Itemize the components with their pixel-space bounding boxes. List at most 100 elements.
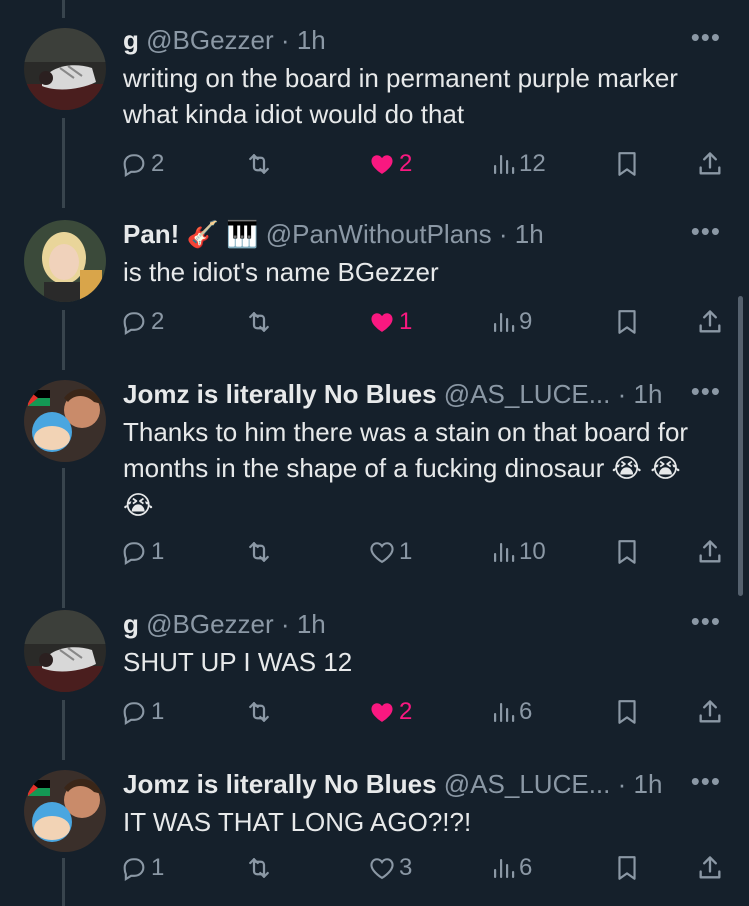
scrollbar[interactable] [738, 296, 743, 596]
share-button[interactable] [696, 850, 724, 886]
likes-count: 3 [399, 854, 413, 881]
share-icon [696, 308, 724, 336]
tweet[interactable]: Pan! 🎸 🎹 @PanWithoutPlans · 1h ••• is th… [0, 216, 749, 366]
timestamp[interactable]: 1h [634, 769, 663, 799]
user-handle[interactable]: @BGezzer [146, 609, 274, 639]
tweet-text: IT WAS THAT LONG AGO?!?! [123, 807, 472, 837]
reply-button[interactable]: 2 [120, 304, 164, 340]
retweet-button[interactable] [244, 146, 277, 182]
separator-dot: · [280, 25, 290, 55]
tweet-text: is the idiot's name BGezzer [123, 257, 439, 287]
bookmark-button[interactable] [614, 304, 640, 340]
tweet[interactable]: Jomz is literally No Blues @AS_LUCE... ·… [0, 766, 749, 906]
separator-dot: · [617, 769, 627, 799]
display-name[interactable]: Jomz is literally No Blues [123, 379, 437, 409]
tweet-text: writing on the board in permanent purple… [123, 63, 678, 129]
reply-button[interactable]: 1 [120, 694, 164, 730]
tweet-header: Pan! 🎸 🎹 @PanWithoutPlans · 1h [123, 216, 689, 252]
bookmark-icon [614, 308, 640, 336]
timestamp[interactable]: 1h [297, 25, 326, 55]
user-handle[interactable]: @BGezzer [146, 25, 274, 55]
retweet-icon [244, 537, 274, 567]
reply-button[interactable]: 1 [120, 850, 164, 886]
views-button[interactable]: 9 [492, 304, 532, 340]
retweet-icon [244, 853, 274, 883]
reply-icon [120, 308, 148, 336]
display-name[interactable]: g [123, 25, 139, 55]
views-count: 12 [519, 150, 546, 177]
reply-button[interactable]: 1 [120, 534, 164, 570]
more-options-button[interactable]: ••• [691, 608, 721, 634]
replies-count: 1 [151, 698, 165, 725]
display-name[interactable]: Pan! 🎸 🎹 [123, 219, 259, 249]
timestamp[interactable]: 1h [515, 219, 544, 249]
heart-icon [368, 308, 396, 336]
separator-dot: · [280, 609, 290, 639]
avatar[interactable] [24, 770, 106, 852]
avatar[interactable] [24, 380, 106, 462]
user-handle[interactable]: @AS_LUCE... [444, 379, 611, 409]
share-button[interactable] [696, 694, 724, 730]
views-icon [492, 699, 516, 725]
share-button[interactable] [696, 146, 724, 182]
share-icon [696, 150, 724, 178]
like-button[interactable]: 3 [368, 850, 412, 886]
share-button[interactable] [696, 534, 724, 570]
replies-count: 2 [151, 308, 165, 335]
bookmark-button[interactable] [614, 146, 640, 182]
views-button[interactable]: 10 [492, 534, 546, 570]
tweet[interactable]: Jomz is literally No Blues @AS_LUCE... ·… [0, 376, 749, 586]
tweet-text-content: Thanks to him there was a stain on that … [123, 417, 689, 483]
like-button[interactable]: 2 [368, 146, 412, 182]
more-options-button[interactable]: ••• [691, 24, 721, 50]
like-button[interactable]: 2 [368, 694, 412, 730]
user-handle[interactable]: @PanWithoutPlans [266, 219, 492, 249]
action-bar: 2 1 9 [0, 304, 749, 340]
tweet[interactable]: g @BGezzer · 1h ••• writing on the board… [0, 22, 749, 192]
likes-count: 1 [399, 538, 413, 565]
tweet-header: g @BGezzer · 1h [123, 22, 689, 58]
tweet-text: Thanks to him there was a stain on that … [123, 414, 709, 524]
more-options-button[interactable]: ••• [691, 218, 721, 244]
views-count: 6 [519, 698, 533, 725]
bookmark-button[interactable] [614, 694, 640, 730]
retweet-button[interactable] [244, 694, 277, 730]
avatar[interactable] [24, 220, 106, 302]
reply-button[interactable]: 2 [120, 146, 164, 182]
retweet-button[interactable] [244, 850, 277, 886]
timestamp[interactable]: 1h [297, 609, 326, 639]
tweet-header: Jomz is literally No Blues @AS_LUCE... ·… [123, 376, 689, 412]
separator-dot: · [617, 379, 627, 409]
likes-count: 1 [399, 308, 413, 335]
display-name[interactable]: g [123, 609, 139, 639]
thread-line [62, 0, 65, 18]
retweet-button[interactable] [244, 304, 277, 340]
views-button[interactable]: 6 [492, 850, 532, 886]
share-icon [696, 698, 724, 726]
retweet-button[interactable] [244, 534, 277, 570]
views-icon [492, 151, 516, 177]
tweet[interactable]: g @BGezzer · 1h ••• SHUT UP I WAS 12 1 2 6 [0, 606, 749, 756]
views-button[interactable]: 12 [492, 146, 546, 182]
more-options-button[interactable]: ••• [691, 378, 721, 404]
like-button[interactable]: 1 [368, 534, 412, 570]
bookmark-button[interactable] [614, 850, 640, 886]
reply-icon [120, 698, 148, 726]
reply-icon [120, 150, 148, 178]
like-button[interactable]: 1 [368, 304, 412, 340]
tweet-header: g @BGezzer · 1h [123, 606, 689, 642]
bookmark-icon [614, 538, 640, 566]
likes-count: 2 [399, 150, 413, 177]
avatar[interactable] [24, 28, 106, 110]
user-handle[interactable]: @AS_LUCE... [444, 769, 611, 799]
views-count: 9 [519, 308, 533, 335]
bookmark-button[interactable] [614, 534, 640, 570]
more-options-button[interactable]: ••• [691, 768, 721, 794]
views-button[interactable]: 6 [492, 694, 532, 730]
views-count: 6 [519, 854, 533, 881]
display-name[interactable]: Jomz is literally No Blues [123, 769, 437, 799]
timestamp[interactable]: 1h [634, 379, 663, 409]
replies-count: 1 [151, 854, 165, 881]
avatar[interactable] [24, 610, 106, 692]
share-button[interactable] [696, 304, 724, 340]
